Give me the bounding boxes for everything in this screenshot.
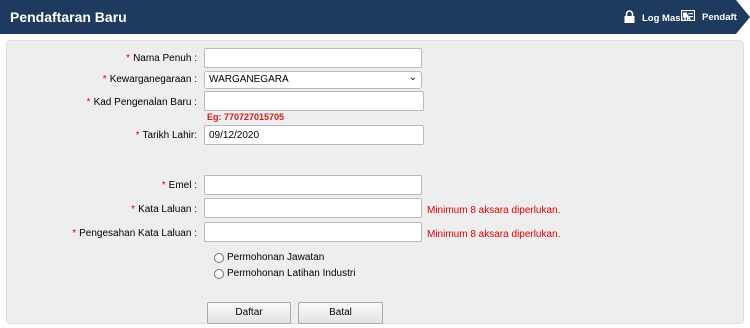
radio-button[interactable] xyxy=(214,252,224,263)
password-input[interactable] xyxy=(204,198,422,218)
citizenship-label-text: Kewarganegaraan : xyxy=(109,74,197,85)
password-error: Minimum 8 aksara diperlukan. xyxy=(427,205,561,216)
email-input[interactable] xyxy=(204,175,422,195)
ic-label: * Kad Pengenalan Baru : xyxy=(87,97,197,108)
email-label-text: Emel : xyxy=(168,180,197,191)
register-label: Pendaft xyxy=(702,11,737,23)
required-mark: * xyxy=(131,204,136,215)
page-title: Pendaftaran Baru xyxy=(10,9,127,25)
radio-button[interactable] xyxy=(214,268,224,279)
dob-input[interactable] xyxy=(204,125,424,145)
required-mark: * xyxy=(135,130,140,141)
lock-icon xyxy=(624,10,635,26)
submit-button[interactable]: Daftar xyxy=(207,302,291,324)
required-mark: * xyxy=(161,180,166,191)
confirm-password-error: Minimum 8 aksara diperlukan. xyxy=(427,229,561,240)
full-name-label-text: Nama Penuh : xyxy=(133,53,197,64)
full-name-input[interactable] xyxy=(204,48,422,68)
citizenship-value: WARGANEGARA xyxy=(209,74,289,85)
password-label: * Kata Laluan : xyxy=(131,204,197,215)
confirm-password-input[interactable] xyxy=(204,222,422,242)
ic-input[interactable] xyxy=(204,91,424,111)
required-mark: * xyxy=(72,228,77,239)
registration-form: * Nama Penuh : * Kewarganegaraan : WARGANE… xyxy=(6,40,744,324)
cancel-button[interactable]: Batal xyxy=(298,302,383,324)
radio-option-latihan[interactable]: Permohonan Latihan Industri xyxy=(214,268,355,279)
radio-option-jawatan[interactable]: Permohonan Jawatan xyxy=(214,252,324,263)
id-card-icon xyxy=(680,9,696,24)
required-mark: * xyxy=(102,74,107,85)
radio-label: Permohonan Latihan Industri xyxy=(227,268,356,279)
chevron-down-icon: ⌄ xyxy=(408,72,417,83)
radio-label: Permohonan Jawatan xyxy=(227,252,325,263)
header-bar: Pendaftaran Baru Log Masuk Pendaft xyxy=(0,0,750,34)
register-link[interactable]: Pendaft xyxy=(680,9,737,24)
password-label-text: Kata Laluan : xyxy=(138,204,197,215)
ic-label-text: Kad Pengenalan Baru : xyxy=(93,97,197,108)
required-mark: * xyxy=(126,53,131,64)
confirm-password-label: * Pengesahan Kata Laluan : xyxy=(72,228,197,239)
dob-label-text: Tarikh Lahir: xyxy=(142,130,197,141)
full-name-label: * Nama Penuh : xyxy=(126,53,197,64)
citizenship-label: * Kewarganegaraan : xyxy=(103,74,197,85)
email-label: * Emel : xyxy=(162,180,197,191)
confirm-password-label-text: Pengesahan Kata Laluan : xyxy=(79,228,197,239)
citizenship-select[interactable]: WARGANEGARA ⌄ xyxy=(204,71,422,89)
required-mark: * xyxy=(86,97,91,108)
dob-label: * Tarikh Lahir: xyxy=(136,130,197,141)
ic-hint: Eg: 770727015705 xyxy=(207,112,285,122)
